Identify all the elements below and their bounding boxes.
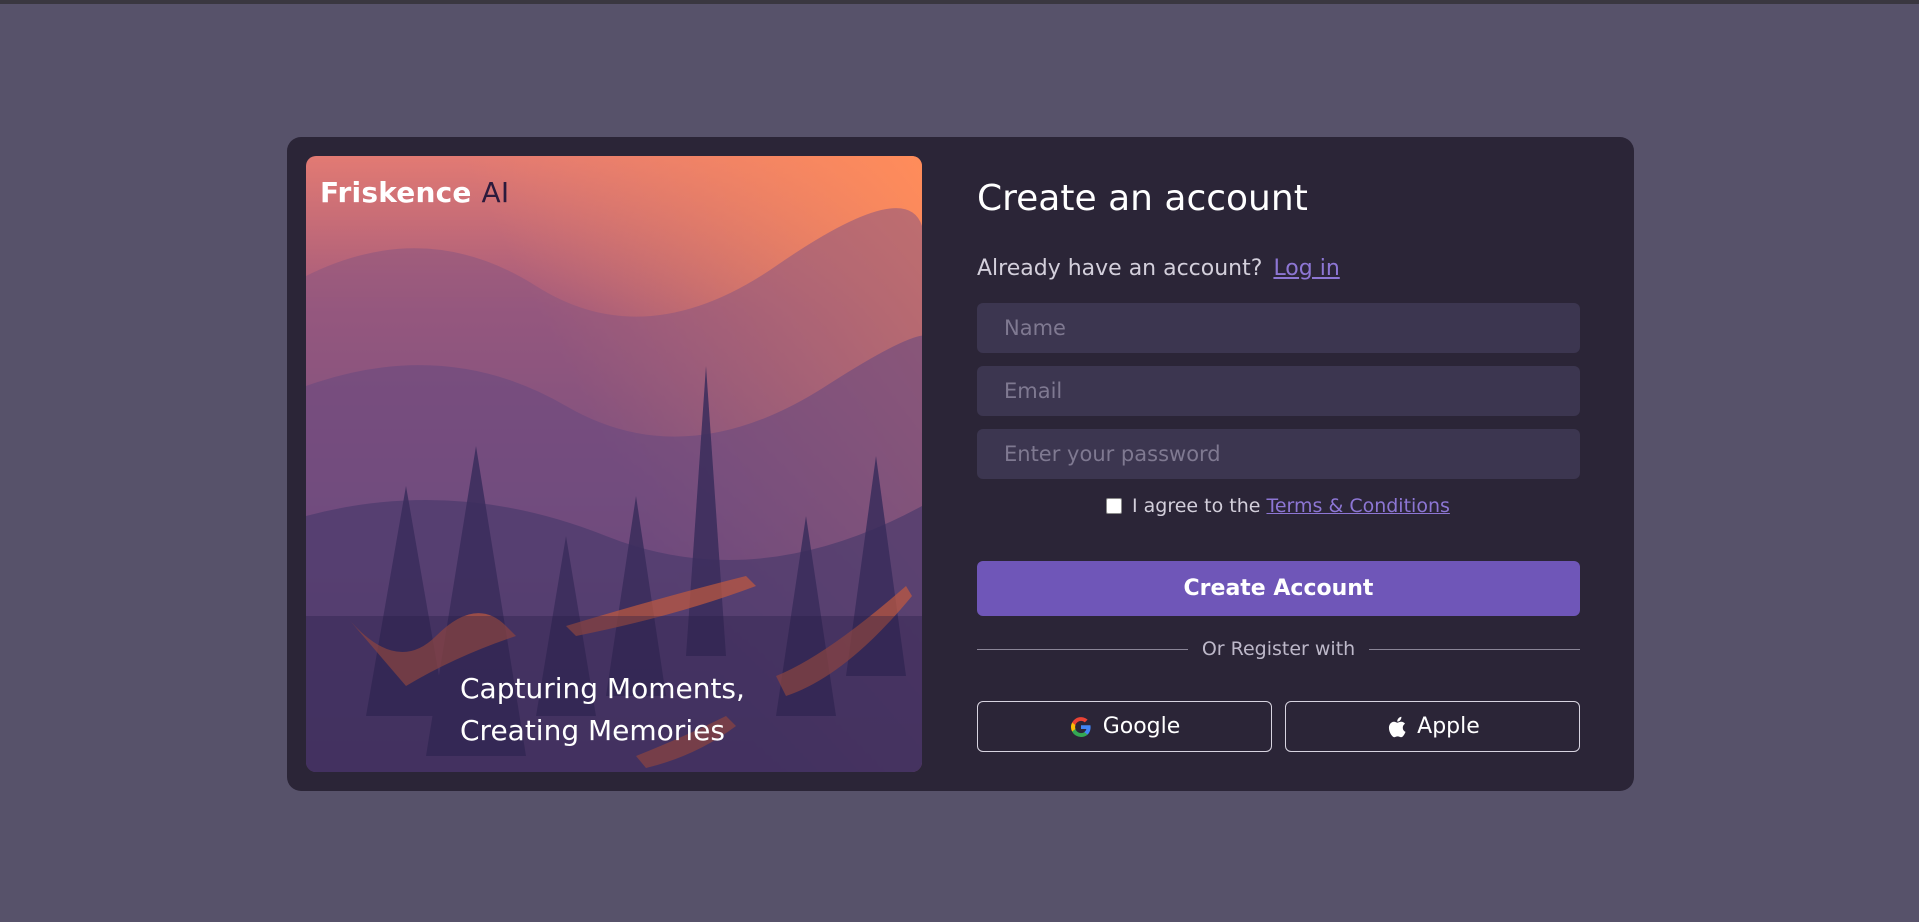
login-prompt-text: Already have an account? (977, 256, 1263, 281)
google-g-icon (1069, 715, 1093, 739)
google-button[interactable]: Google (977, 701, 1272, 752)
login-link[interactable]: Log in (1273, 256, 1339, 281)
terms-link[interactable]: Terms & Conditions (1266, 495, 1449, 517)
apple-button[interactable]: Apple (1285, 701, 1580, 752)
brand-name: Friskence (320, 176, 472, 209)
tagline-line-2: Creating Memories (460, 714, 725, 747)
google-label: Google (1102, 714, 1181, 739)
divider-text: Or Register with (1201, 638, 1356, 660)
brand-suffix: AI (481, 176, 510, 209)
password-input[interactable] (977, 429, 1580, 479)
apple-label: Apple (1417, 714, 1480, 739)
apple-logo-icon (1385, 715, 1407, 739)
divider-line-right (1369, 648, 1581, 650)
tagline-line-1: Capturing Moments, (460, 672, 745, 705)
register-divider: Or Register with (977, 634, 1581, 664)
terms-label: I agree to the (1132, 495, 1261, 517)
page-title: Create an account (977, 178, 1308, 219)
hero-image: Friskence AI Capturing Moments, Creating… (306, 156, 922, 772)
login-prompt: Already have an account? Log in (977, 256, 1340, 281)
create-account-button[interactable]: Create Account (977, 561, 1580, 616)
window-top-border (0, 0, 1919, 4)
divider-line-left (977, 648, 1188, 650)
brand-logo: Friskence AI (320, 176, 509, 209)
terms-agreement: I agree to the Terms & Conditions (1106, 495, 1450, 517)
terms-checkbox[interactable] (1106, 498, 1122, 514)
hero-tagline: Capturing Moments, Creating Memories (460, 668, 745, 752)
signup-card: Friskence AI Capturing Moments, Creating… (287, 137, 1634, 791)
name-input[interactable] (977, 303, 1580, 353)
email-input[interactable] (977, 366, 1580, 416)
